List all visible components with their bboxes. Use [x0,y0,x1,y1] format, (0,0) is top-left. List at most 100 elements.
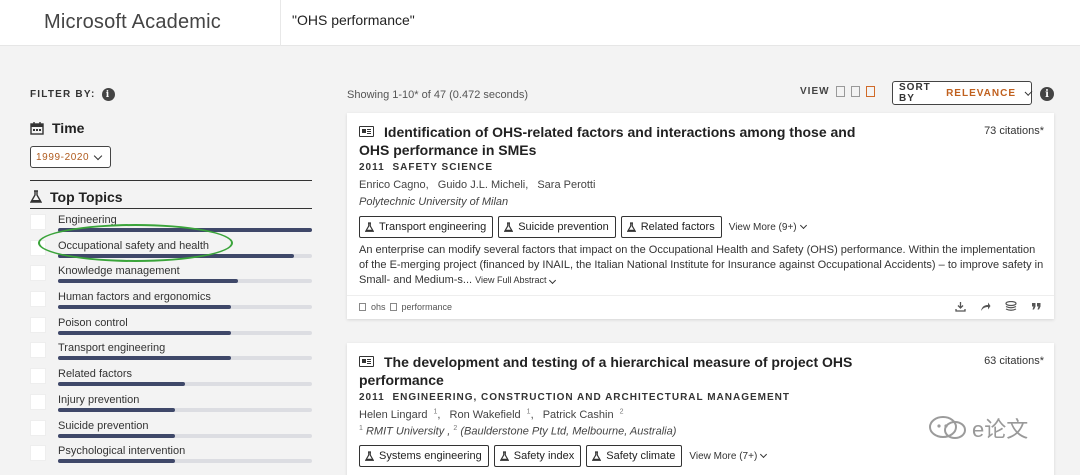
chevron-down-icon [93,151,103,160]
author-link[interactable]: Enrico Cagno, [359,179,429,191]
topic-checkbox[interactable] [30,214,46,230]
topic-checkbox[interactable] [30,342,46,359]
topic-item[interactable]: Engineering [30,211,312,237]
affiliation[interactable]: RMIT University , [366,426,450,438]
calendar-icon [30,121,44,135]
topic-list: Engineering Occupational safety and heal… [30,211,312,468]
paper-year: 2011 [359,162,385,173]
topic-checkbox[interactable] [30,419,46,436]
topic-bar-fill [58,330,231,335]
topic-bar [58,407,312,412]
topic-tag[interactable]: Suicide prevention [498,216,616,238]
view-more-tags-button[interactable]: View More (9+) [728,221,807,233]
detail-view-icon[interactable] [865,86,875,97]
view-more-label: View More (9+) [728,221,797,233]
keyword[interactable]: performance [402,302,453,312]
view-full-abstract-link[interactable]: View Full Abstract [475,275,546,285]
topic-label: Transport engineering [58,342,166,355]
topic-bar [58,459,312,464]
tag-label: Transport engineering [379,221,487,233]
topic-checkbox[interactable] [30,368,46,385]
topic-item[interactable]: Occupational safety and health [30,237,312,263]
stack-icon[interactable] [1005,301,1017,312]
author-link[interactable]: Guido J.L. Micheli, [438,179,528,191]
topic-tag[interactable]: Related factors [620,216,722,238]
paper-title[interactable]: The development and testing of a hierarc… [359,353,879,389]
tag-label: Systems engineering [379,450,482,462]
watermark: e论文 [928,412,1028,444]
topic-checkbox[interactable] [30,239,46,256]
share-icon[interactable] [980,301,991,312]
flask-icon [365,450,374,461]
topic-checkbox[interactable] [30,265,46,282]
paper-venue: 2011 ENGINEERING, CONSTRUCTION AND ARCHI… [359,392,790,403]
search-input[interactable] [292,12,992,28]
topic-label: Engineering [58,214,117,226]
topic-checkbox[interactable] [30,445,46,462]
tag-label: Safety climate [606,450,676,462]
topic-bar-fill [58,356,231,361]
time-range-select[interactable]: 1999-2020 [30,146,111,168]
paper-title[interactable]: Identification of OHS-related factors an… [359,123,879,159]
top-bar: Microsoft Academic [0,0,1080,46]
chevron-down-icon [548,276,556,285]
watermark-text: e论文 [972,417,1029,442]
topic-item[interactable]: Related factors [30,365,312,391]
quote-icon[interactable] [1031,301,1042,311]
filter-by-label: FILTER BY: i [30,88,115,101]
author-link[interactable]: Ron Wakefield [450,409,521,421]
info-icon[interactable]: i [101,88,115,101]
topic-item[interactable]: Knowledge management [30,262,312,288]
topic-item[interactable]: Injury prevention [30,391,312,417]
chevron-down-icon [1024,87,1033,96]
topics-label: Top Topics [50,189,123,205]
author-link[interactable]: Helen Lingard [359,409,428,421]
download-icon[interactable] [955,301,966,312]
topic-bar-fill [58,228,312,232]
sort-select[interactable]: SORT BY RELEVANCE [892,81,1033,105]
topic-checkbox[interactable] [30,393,46,410]
topic-item[interactable]: Psychological intervention [30,442,312,468]
topic-checkbox[interactable] [30,316,46,333]
topic-tags: Systems engineering Safety index Safety … [359,445,768,467]
topic-tag[interactable]: Safety index [493,445,582,467]
author-link[interactable]: Sara Perotti [537,179,595,191]
list-view-icon[interactable] [850,86,860,97]
topic-item[interactable]: Suicide prevention [30,417,312,443]
topic-tag[interactable]: Transport engineering [359,216,494,238]
time-label: Time [52,120,85,136]
author-affil-index: 1 [526,408,531,415]
info-icon[interactable]: i [1040,87,1054,101]
paper-card: The development and testing of a hierarc… [347,343,1054,475]
topic-checkbox[interactable] [30,291,46,308]
chat-bubbles-icon [929,416,966,439]
author-affil-index: 2 [619,408,624,415]
topic-bar [58,330,312,335]
section-divider [30,208,312,209]
citation-count[interactable]: 63 citations* [984,355,1044,367]
keyword[interactable]: ohs [371,302,386,312]
affiliation[interactable]: (Baulderstone Pty Ltd, Melbourne, Austra… [460,426,676,438]
topic-bar-fill [58,305,231,310]
topic-bar-fill [58,253,295,258]
citation-count[interactable]: 73 citations* [984,125,1044,137]
topic-bar [58,253,312,258]
compact-view-icon[interactable] [835,86,845,97]
view-more-tags-button[interactable]: View More (7+) [689,451,768,462]
topic-item[interactable]: Human factors and ergonomics [30,288,312,314]
topic-tag[interactable]: Systems engineering [359,445,489,467]
topic-bar-fill [58,382,185,387]
topic-label: Poison control [58,316,128,329]
topic-label: Suicide prevention [58,419,149,432]
author-link[interactable]: Patrick Cashin [543,409,614,421]
topic-tag[interactable]: Safety climate [586,445,683,467]
venue-name[interactable]: SAFETY SCIENCE [392,162,493,173]
view-label: VIEW [800,86,830,97]
keywords: ohs performance [359,302,452,312]
brand-logo[interactable]: Microsoft Academic [44,11,221,34]
venue-name[interactable]: ENGINEERING, CONSTRUCTION AND ARCHITECTU… [392,392,790,403]
affiliation[interactable]: Polytechnic University of Milan [359,196,508,208]
topic-item[interactable]: Transport engineering [30,339,312,365]
topic-item[interactable]: Poison control [30,314,312,340]
topic-label: Injury prevention [58,393,140,406]
